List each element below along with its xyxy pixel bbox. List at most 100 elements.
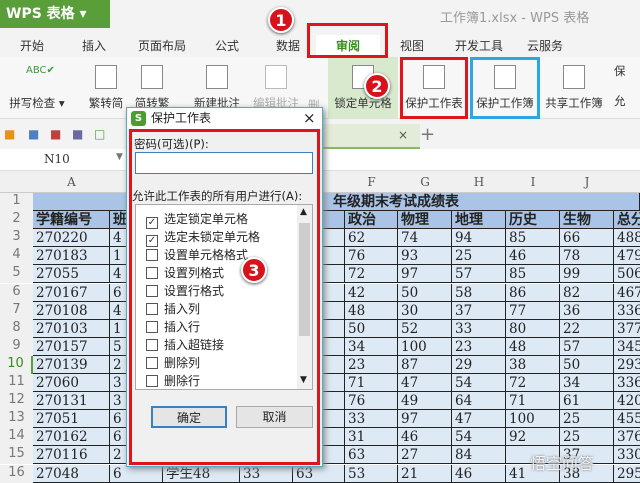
permission-checkbox[interactable]: ✓ 选定锁定单元格 (146, 209, 248, 229)
cell[interactable]: 54 (452, 374, 506, 393)
cell[interactable]: 37 (452, 301, 506, 320)
spell-check-button[interactable]: ABC✔ 拼写检查 ▾ (4, 57, 70, 119)
cell[interactable]: 87 (398, 355, 452, 374)
cell[interactable]: 80 (506, 319, 560, 338)
cell[interactable]: 270167 (33, 283, 110, 302)
cell[interactable]: 48 (345, 301, 398, 320)
row-header[interactable]: 14 (0, 428, 33, 447)
scroll-up-icon[interactable]: ▲ (300, 207, 307, 217)
new-tab-icon[interactable]: + (420, 124, 435, 145)
cell[interactable]: 85 (506, 229, 560, 248)
checkbox-icon[interactable] (146, 249, 158, 261)
cell[interactable]: 50 (398, 283, 452, 302)
permission-checkbox[interactable]: 删除列 (146, 353, 200, 373)
cell[interactable]: 270131 (33, 392, 110, 411)
permission-checkbox[interactable]: 设置单元格格式 (146, 245, 248, 265)
cell[interactable]: 488 (614, 229, 640, 248)
row-header[interactable]: 4 (0, 247, 33, 266)
wps-logo-menu[interactable]: WPS 表格 ▾ (0, 0, 110, 28)
cell[interactable]: 25 (560, 410, 614, 429)
scrollbar-thumb[interactable] (299, 223, 310, 336)
cell[interactable]: 97 (398, 410, 452, 429)
tab-developer[interactable]: 开发工具 (455, 37, 503, 54)
cell[interactable]: 71 (345, 374, 398, 393)
cell[interactable]: 52 (398, 319, 452, 338)
cell[interactable]: 76 (345, 247, 398, 266)
cell[interactable]: 27 (398, 446, 452, 465)
header-cell[interactable]: 生物 (560, 211, 614, 230)
cell[interactable]: 30 (398, 301, 452, 320)
scroll-down-icon[interactable]: ▼ (300, 375, 307, 385)
cell[interactable]: 57 (560, 337, 614, 356)
cell[interactable]: 99 (560, 265, 614, 284)
cell[interactable]: 63 (345, 446, 398, 465)
cell[interactable]: 270108 (33, 301, 110, 320)
list-scrollbar[interactable]: ▲ ▼ (297, 205, 312, 389)
close-dialog-icon[interactable]: × (303, 108, 316, 129)
cell[interactable]: 94 (452, 229, 506, 248)
row-header[interactable]: 9 (0, 337, 33, 356)
cell[interactable]: 97 (398, 265, 452, 284)
checkbox-icon[interactable] (146, 267, 158, 279)
cell[interactable]: 62 (345, 229, 398, 248)
row-header[interactable]: 1 (0, 193, 33, 211)
cell[interactable]: 72 (506, 374, 560, 393)
row-header[interactable]: 7 (0, 301, 33, 320)
cell[interactable]: 34 (345, 337, 398, 356)
column-header[interactable]: F (345, 175, 398, 189)
permission-checkbox[interactable]: 插入超链接 (146, 335, 224, 355)
more-ribbon-buttons[interactable]: 保允 (614, 57, 640, 119)
header-cell[interactable]: 政治 (345, 211, 398, 230)
cell[interactable]: 23 (345, 355, 398, 374)
cell[interactable]: 85 (506, 265, 560, 284)
cell[interactable]: 293 (614, 355, 640, 374)
row-header[interactable]: 8 (0, 319, 33, 338)
name-box[interactable]: N10 (44, 152, 70, 166)
column-header[interactable]: I (506, 175, 560, 189)
row-header[interactable]: 13 (0, 410, 33, 429)
print-icon[interactable]: ■ (72, 127, 83, 141)
cell[interactable]: 33 (452, 319, 506, 338)
tab-start[interactable]: 开始 (20, 37, 44, 54)
row-header[interactable]: 6 (0, 283, 33, 302)
row-header[interactable]: 11 (0, 374, 33, 392)
cell[interactable]: 76 (345, 392, 398, 411)
column-header[interactable]: G (398, 175, 452, 189)
cell[interactable]: 78 (560, 247, 614, 266)
cell[interactable]: 270183 (33, 247, 110, 266)
permission-checkbox[interactable]: 设置行格式 (146, 281, 224, 301)
cell[interactable]: 61 (560, 392, 614, 411)
print-preview-icon[interactable]: □ (94, 127, 105, 141)
cell[interactable]: 467 (614, 283, 640, 302)
cell[interactable]: 58 (452, 283, 506, 302)
row-header[interactable]: 10 (0, 355, 33, 374)
cell[interactable]: 270220 (33, 229, 110, 248)
cell[interactable]: 506 (614, 265, 640, 284)
cell[interactable]: 270157 (33, 337, 110, 356)
checkbox-icon[interactable] (146, 285, 158, 297)
cell[interactable]: 270162 (33, 428, 110, 447)
cell[interactable]: 330 (614, 446, 640, 465)
cell[interactable]: 100 (398, 337, 452, 356)
cell[interactable]: 479 (614, 247, 640, 266)
close-tab-icon[interactable]: × (398, 128, 408, 142)
cell[interactable]: 270116 (33, 446, 110, 465)
cell[interactable]: 336 (614, 374, 640, 393)
cell[interactable]: 270139 (33, 355, 110, 374)
trad-to-simp-button[interactable]: 繁转简 (84, 57, 128, 119)
checkbox-icon[interactable] (146, 339, 158, 351)
header-cell[interactable]: 总分 (614, 211, 640, 230)
cell[interactable]: 46 (398, 428, 452, 447)
cell[interactable]: 82 (560, 283, 614, 302)
cell[interactable]: 64 (452, 392, 506, 411)
cell[interactable]: 376 (614, 428, 640, 447)
permission-checkbox[interactable]: 插入列 (146, 299, 200, 319)
cell[interactable]: 36 (560, 301, 614, 320)
checkbox-icon[interactable] (146, 303, 158, 315)
row-header[interactable]: 3 (0, 229, 33, 248)
password-input[interactable] (135, 152, 313, 174)
cell[interactable]: 336 (614, 301, 640, 320)
tab-cloud[interactable]: 云服务 (527, 37, 563, 54)
cell[interactable]: 93 (398, 247, 452, 266)
cell[interactable]: 27060 (33, 374, 110, 393)
